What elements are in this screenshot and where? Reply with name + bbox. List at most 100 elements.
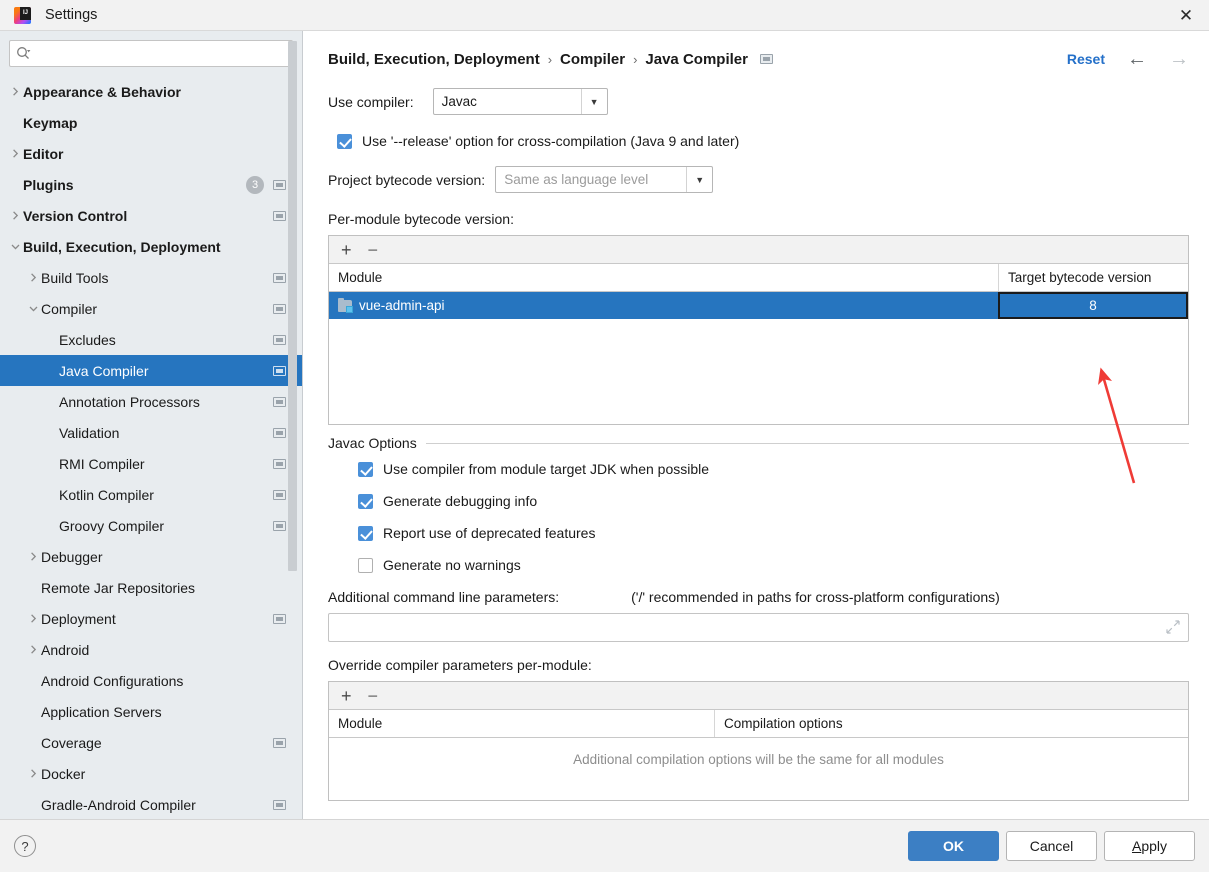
breadcrumb-item-2[interactable]: Java Compiler	[645, 51, 748, 68]
settings-badge-icon[interactable]	[273, 397, 286, 407]
chevron-right-icon[interactable]	[8, 208, 23, 223]
settings-badge-icon[interactable]	[273, 366, 286, 376]
search-box[interactable]	[9, 40, 293, 67]
settings-badge-icon[interactable]	[273, 459, 286, 469]
chevron-down-icon[interactable]	[8, 239, 23, 254]
javac-option-checkbox[interactable]	[358, 494, 373, 509]
sidebar-item-kotlin-compiler[interactable]: Kotlin Compiler	[0, 479, 302, 510]
column-header-module[interactable]: Module	[329, 264, 998, 291]
sidebar-item-label: Groovy Compiler	[59, 518, 164, 534]
sidebar-item-excludes[interactable]: Excludes	[0, 324, 302, 355]
per-module-toolbar: + −	[329, 236, 1188, 264]
javac-option-checkbox[interactable]	[358, 558, 373, 573]
settings-badge-icon[interactable]	[273, 428, 286, 438]
search-container	[0, 31, 302, 74]
column-header-module[interactable]: Module	[329, 710, 714, 737]
expand-icon[interactable]	[1166, 620, 1180, 636]
chevron-down-icon[interactable]	[26, 301, 41, 316]
sidebar-item-gradle-android-compiler[interactable]: Gradle-Android Compiler	[0, 789, 302, 819]
reset-link[interactable]: Reset	[1067, 51, 1105, 67]
search-input[interactable]	[35, 46, 286, 61]
sidebar-item-android[interactable]: Android	[0, 634, 302, 665]
settings-badge-icon[interactable]	[273, 335, 286, 345]
cell-module: vue-admin-api	[329, 292, 998, 319]
chevron-right-icon[interactable]	[8, 84, 23, 99]
sidebar-item-keymap[interactable]: Keymap	[0, 107, 302, 138]
settings-badge-icon[interactable]	[273, 738, 286, 748]
use-compiler-select[interactable]: Javac ▼	[433, 88, 608, 115]
settings-tree[interactable]: Appearance & BehaviorKeymapEditorPlugins…	[0, 74, 302, 819]
javac-option-row[interactable]: Report use of deprecated features	[358, 525, 1189, 541]
cell-target-bytecode[interactable]: 8	[998, 292, 1188, 319]
sidebar-item-remote-jar-repositories[interactable]: Remote Jar Repositories	[0, 572, 302, 603]
sidebar-item-groovy-compiler[interactable]: Groovy Compiler	[0, 510, 302, 541]
breadcrumb-item-1[interactable]: Compiler	[560, 51, 625, 68]
chevron-right-icon[interactable]	[26, 611, 41, 626]
sidebar-item-rmi-compiler[interactable]: RMI Compiler	[0, 448, 302, 479]
table-row[interactable]: vue-admin-api 8	[329, 292, 1188, 319]
javac-option-label: Report use of deprecated features	[383, 525, 595, 541]
sidebar-item-docker[interactable]: Docker	[0, 758, 302, 789]
release-option-checkbox[interactable]	[337, 134, 352, 149]
breadcrumb-item-0[interactable]: Build, Execution, Deployment	[328, 51, 540, 68]
remove-override-button[interactable]: −	[368, 687, 379, 705]
ok-button[interactable]: OK	[908, 831, 999, 861]
sidebar-item-build-tools[interactable]: Build Tools	[0, 262, 302, 293]
sidebar-item-plugins[interactable]: Plugins3	[0, 169, 302, 200]
sidebar-item-android-configurations[interactable]: Android Configurations	[0, 665, 302, 696]
sidebar-item-version-control[interactable]: Version Control	[0, 200, 302, 231]
column-header-compilation-options[interactable]: Compilation options	[714, 710, 1188, 737]
javac-option-checkbox[interactable]	[358, 526, 373, 541]
sidebar-item-annotation-processors[interactable]: Annotation Processors	[0, 386, 302, 417]
chevron-right-icon[interactable]	[8, 146, 23, 161]
settings-badge-icon[interactable]	[273, 211, 286, 221]
sidebar-item-adornments	[273, 335, 286, 345]
settings-badge-icon[interactable]	[273, 180, 286, 190]
sidebar-item-editor[interactable]: Editor	[0, 138, 302, 169]
sidebar-item-build-execution-deployment[interactable]: Build, Execution, Deployment	[0, 231, 302, 262]
sidebar-scrollbar-thumb[interactable]	[288, 41, 297, 571]
arrow-left-icon[interactable]: ←	[1127, 49, 1147, 69]
settings-badge-icon[interactable]	[273, 304, 286, 314]
status-badge: 3	[246, 176, 264, 194]
chevron-right-icon[interactable]	[26, 549, 41, 564]
javac-option-checkbox[interactable]	[358, 462, 373, 477]
sidebar-item-coverage[interactable]: Coverage	[0, 727, 302, 758]
settings-badge-icon[interactable]	[273, 521, 286, 531]
settings-badge-icon[interactable]	[273, 800, 286, 810]
remove-module-button[interactable]: −	[368, 241, 379, 259]
apply-button[interactable]: Apply	[1104, 831, 1195, 861]
column-header-target-bytecode[interactable]: Target bytecode version	[998, 264, 1188, 291]
add-override-button[interactable]: +	[341, 687, 352, 705]
settings-badge-icon[interactable]	[273, 273, 286, 283]
sidebar-item-application-servers[interactable]: Application Servers	[0, 696, 302, 727]
chevron-right-icon[interactable]	[26, 642, 41, 657]
additional-params-input[interactable]	[328, 613, 1189, 642]
help-button[interactable]: ?	[14, 835, 36, 857]
chevron-right-icon[interactable]	[26, 766, 41, 781]
sidebar-item-java-compiler[interactable]: Java Compiler	[0, 355, 302, 386]
sidebar-scrollbar-track[interactable]	[288, 31, 297, 819]
settings-badge-icon[interactable]	[273, 614, 286, 624]
dialog-footer: ? OK Cancel Apply	[0, 819, 1209, 872]
settings-badge-icon[interactable]	[760, 54, 773, 64]
settings-badge-icon[interactable]	[273, 490, 286, 500]
chevron-right-icon[interactable]	[26, 270, 41, 285]
close-icon[interactable]: ✕	[1163, 0, 1209, 31]
sidebar-item-deployment[interactable]: Deployment	[0, 603, 302, 634]
javac-option-row[interactable]: Generate no warnings	[358, 557, 1189, 573]
arrow-right-icon[interactable]: →	[1169, 49, 1189, 69]
breadcrumb-separator: ›	[633, 52, 637, 67]
sidebar-item-appearance-behavior[interactable]: Appearance & Behavior	[0, 76, 302, 107]
main-content: Use compiler: Javac ▼ Use '--release' op…	[303, 88, 1209, 801]
sidebar-item-validation[interactable]: Validation	[0, 417, 302, 448]
javac-option-row[interactable]: Use compiler from module target JDK when…	[358, 461, 1189, 477]
add-module-button[interactable]: +	[341, 241, 352, 259]
additional-params-label: Additional command line parameters:	[328, 589, 559, 605]
project-bytecode-select[interactable]: Same as language level ▼	[495, 166, 713, 193]
javac-option-row[interactable]: Generate debugging info	[358, 493, 1189, 509]
cancel-button[interactable]: Cancel	[1006, 831, 1097, 861]
release-option-row[interactable]: Use '--release' option for cross-compila…	[337, 133, 1189, 149]
sidebar-item-compiler[interactable]: Compiler	[0, 293, 302, 324]
sidebar-item-debugger[interactable]: Debugger	[0, 541, 302, 572]
